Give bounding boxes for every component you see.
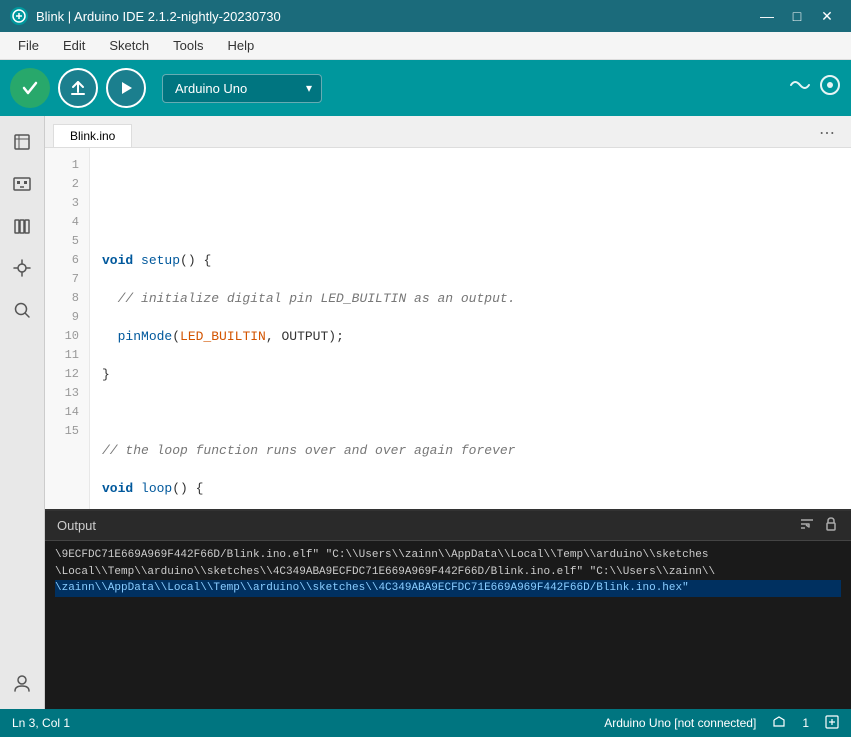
code-line-5: pinMode(LED_BUILTIN, OUTPUT);	[102, 327, 839, 346]
line-num-6: 6	[45, 251, 89, 270]
sidebar-item-user[interactable]	[4, 665, 40, 701]
code-line-7	[102, 403, 839, 422]
line-num-15: 15	[45, 422, 89, 441]
app-logo	[10, 7, 28, 25]
line-num-11: 11	[45, 346, 89, 365]
menu-bar: File Edit Sketch Tools Help	[0, 32, 851, 60]
toolbar-right	[789, 74, 841, 102]
output-lock-icon[interactable]	[823, 516, 839, 535]
code-line-9: void loop() {	[102, 479, 839, 498]
board-dropdown[interactable]: Arduino Uno Arduino Mega Arduino Nano	[162, 74, 322, 103]
title-bar: Blink | Arduino IDE 2.1.2-nightly-202307…	[0, 0, 851, 32]
code-line-3: void setup() {	[102, 251, 839, 270]
line-num-9: 9	[45, 308, 89, 327]
cursor-position: Ln 3, Col 1	[12, 716, 70, 730]
output-title: Output	[57, 518, 799, 533]
line-numbers: 1 2 3 4 5 6 7 8 9 10 11 12 13 14 15	[45, 148, 90, 509]
upload-button[interactable]	[58, 68, 98, 108]
line-num-12: 12	[45, 365, 89, 384]
menu-help[interactable]: Help	[217, 34, 264, 57]
line-num-2: 2	[45, 175, 89, 194]
code-line-4: // initialize digital pin LED_BUILTIN as…	[102, 289, 839, 308]
window-controls: — □ ✕	[753, 2, 841, 30]
line-num-5: 5	[45, 232, 89, 251]
output-line-1: \9ECFDC71E669A969F442F66D/Blink.ino.elf"…	[55, 547, 841, 564]
line-num-1: 1	[45, 156, 89, 175]
line-num-4: 4	[45, 213, 89, 232]
main-layout: Blink.ino ⋯ 1 2 3 4 5 6 7 8 9 10	[0, 116, 851, 709]
maximize-button[interactable]: □	[783, 2, 811, 30]
output-header: Output	[45, 511, 851, 541]
line-num-14: 14	[45, 403, 89, 422]
menu-sketch[interactable]: Sketch	[99, 34, 159, 57]
sidebar-item-library[interactable]	[4, 208, 40, 244]
editor-area: Blink.ino ⋯ 1 2 3 4 5 6 7 8 9 10	[45, 116, 851, 709]
sidebar-item-debug[interactable]	[4, 250, 40, 286]
code-line-8: // the loop function runs over and over …	[102, 441, 839, 460]
line-num-10: 10	[45, 327, 89, 346]
output-line-2: \Local\\Temp\\arduino\\sketches\\4C349AB…	[55, 564, 841, 581]
serial-plotter-icon[interactable]	[819, 74, 841, 102]
minimize-button[interactable]: —	[753, 2, 781, 30]
tab-blink[interactable]: Blink.ino	[53, 124, 132, 147]
notification-badge: 1	[802, 716, 809, 730]
code-line-6: }	[102, 365, 839, 384]
code-line-1	[102, 175, 839, 194]
toolbar: Arduino Uno Arduino Mega Arduino Nano	[0, 60, 851, 116]
line-num-7: 7	[45, 270, 89, 289]
line-num-8: 8	[45, 289, 89, 308]
line-num-3: 3	[45, 194, 89, 213]
tab-actions: ⋯	[815, 121, 843, 147]
board-selector[interactable]: Arduino Uno Arduino Mega Arduino Nano	[162, 74, 322, 103]
code-editor[interactable]: 1 2 3 4 5 6 7 8 9 10 11 12 13 14 15 vo	[45, 148, 851, 509]
output-panel: Output	[45, 509, 851, 709]
output-wrap-icon[interactable]	[799, 516, 815, 535]
status-bar: Ln 3, Col 1 Arduino Uno [not connected] …	[0, 709, 851, 737]
sidebar-item-sketchbook[interactable]	[4, 124, 40, 160]
board-status: Arduino Uno [not connected]	[604, 716, 756, 730]
close-button[interactable]: ✕	[813, 2, 841, 30]
serial-monitor-icon[interactable]	[789, 74, 811, 102]
menu-tools[interactable]: Tools	[163, 34, 213, 57]
output-content[interactable]: \9ECFDC71E669A969F442F66D/Blink.ino.elf"…	[45, 541, 851, 709]
code-line-2	[102, 213, 839, 232]
verify-button[interactable]	[10, 68, 50, 108]
output-line-3: \zainn\\AppData\\Local\\Temp\\arduino\\s…	[55, 580, 841, 597]
menu-file[interactable]: File	[8, 34, 49, 57]
output-actions	[799, 516, 839, 535]
notification-icon[interactable]	[772, 715, 786, 732]
menu-edit[interactable]: Edit	[53, 34, 95, 57]
tab-bar: Blink.ino ⋯	[45, 116, 851, 148]
sidebar-item-boards[interactable]	[4, 166, 40, 202]
line-num-13: 13	[45, 384, 89, 403]
sidebar-item-search[interactable]	[4, 292, 40, 328]
tab-more-icon[interactable]: ⋯	[815, 121, 839, 145]
tab-label: Blink.ino	[70, 129, 115, 143]
debugger-button[interactable]	[106, 68, 146, 108]
sidebar	[0, 116, 45, 709]
code-lines[interactable]: void setup() { // initialize digital pin…	[90, 148, 851, 509]
expand-icon[interactable]	[825, 715, 839, 732]
window-title: Blink | Arduino IDE 2.1.2-nightly-202307…	[36, 9, 753, 24]
